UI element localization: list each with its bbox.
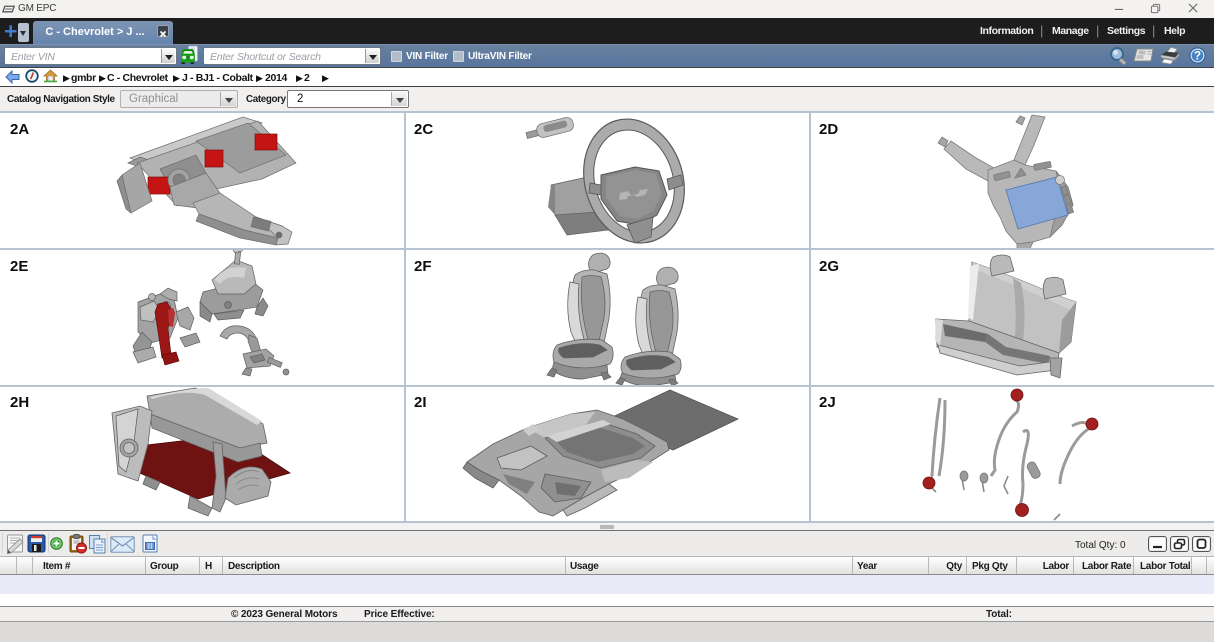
svg-text:?: ? [1194,51,1201,63]
